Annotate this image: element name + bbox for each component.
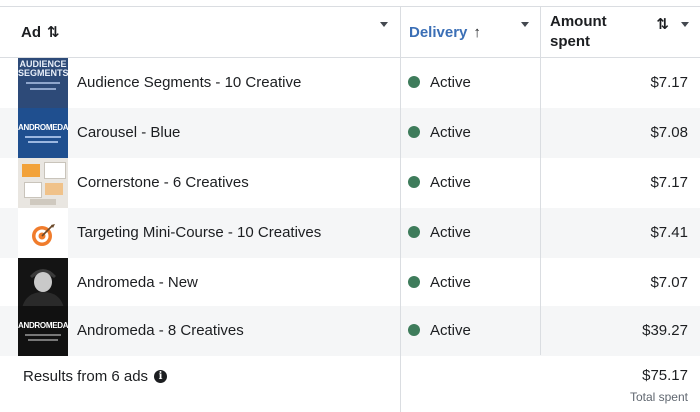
column-header-delivery-label: Delivery	[409, 23, 468, 41]
active-status-dot-icon	[408, 126, 420, 138]
delivery-status: Active	[430, 124, 471, 141]
ad-column-dropdown-icon[interactable]	[380, 22, 388, 27]
active-status-dot-icon	[408, 276, 420, 288]
info-icon[interactable]: i	[154, 370, 168, 383]
results-label: Results from 6 ads	[23, 368, 149, 385]
delivery-status: Active	[430, 74, 471, 91]
delivery-column-dropdown-icon[interactable]	[521, 22, 529, 27]
active-status-dot-icon	[408, 176, 420, 188]
andromeda-black-thumbnail: ANDROMEDA	[18, 306, 68, 356]
ad-name[interactable]: Andromeda - 8 Creatives	[77, 322, 244, 339]
total-spent-label: Total spent	[629, 390, 688, 404]
delivery-status: Active	[430, 274, 471, 291]
column-header-ad[interactable]: Ad ⇅	[0, 6, 400, 58]
amount-sort-icon[interactable]: ⇅	[656, 15, 669, 33]
sort-ascending-icon[interactable]: ↑	[473, 24, 481, 41]
amount-spent: $7.08	[650, 124, 688, 141]
column-header-ad-label: Ad	[21, 23, 41, 41]
amount-spent: $7.17	[650, 74, 688, 91]
target-icon	[32, 224, 55, 246]
column-header-amount-spent[interactable]: Amount spent	[541, 6, 700, 58]
active-status-dot-icon	[408, 324, 420, 336]
sort-icon[interactable]: ⇅	[47, 23, 60, 41]
table-row[interactable]: AUDIENCE SEGMENTS Audience Segments - 10…	[0, 58, 700, 108]
active-status-dot-icon	[408, 226, 420, 238]
person-photo-thumbnail	[18, 258, 68, 308]
person-photo-icon	[18, 258, 68, 308]
delivery-status: Active	[430, 224, 471, 241]
ads-table: Ad ⇅ Delivery ↑ Amount spent ⇅ AUDIENCE …	[0, 0, 700, 412]
amount-spent: $7.17	[650, 174, 688, 191]
ad-name[interactable]: Andromeda - New	[77, 274, 198, 291]
amount-spent: $7.41	[650, 224, 688, 241]
thumbnail-text: ANDROMEDA	[18, 321, 68, 330]
table-row[interactable]: Cornerstone - 6 Creatives Active $7.17	[0, 158, 700, 208]
thumbnail-text: SEGMENTS	[18, 68, 68, 78]
results-summary: Results from 6 ads i	[23, 368, 168, 385]
cornerstone-thumbnail	[18, 158, 68, 208]
ad-name[interactable]: Targeting Mini-Course - 10 Creatives	[77, 224, 321, 241]
total-spent-value: $75.17	[642, 367, 688, 384]
audience-segments-thumbnail: AUDIENCE SEGMENTS	[18, 58, 68, 108]
amount-column-dropdown-icon[interactable]	[681, 22, 689, 27]
table-row[interactable]: Andromeda - New Active $7.07	[0, 258, 700, 308]
delivery-status: Active	[430, 174, 471, 191]
table-row[interactable]: ANDROMEDA Carousel - Blue Active $7.08	[0, 108, 700, 158]
ad-name[interactable]: Audience Segments - 10 Creative	[77, 74, 301, 91]
amount-spent: $39.27	[642, 322, 688, 339]
thumbnail-text: ANDROMEDA	[18, 123, 68, 132]
column-header-amount-label-line2: spent	[550, 33, 591, 50]
delivery-status: Active	[430, 322, 471, 339]
table-row[interactable]: ANDROMEDA Andromeda - 8 Creatives Active…	[0, 306, 700, 356]
column-header-delivery[interactable]: Delivery ↑	[401, 6, 540, 58]
amount-spent: $7.07	[650, 274, 688, 291]
target-icon-thumbnail	[18, 208, 68, 258]
ad-name[interactable]: Carousel - Blue	[77, 124, 180, 141]
table-row[interactable]: Targeting Mini-Course - 10 Creatives Act…	[0, 208, 700, 258]
andromeda-blue-thumbnail: ANDROMEDA	[18, 108, 68, 158]
column-divider	[540, 6, 541, 355]
ad-name[interactable]: Cornerstone - 6 Creatives	[77, 174, 249, 191]
column-header-amount-label-line1: Amount	[550, 13, 607, 30]
column-divider	[400, 6, 401, 412]
active-status-dot-icon	[408, 76, 420, 88]
